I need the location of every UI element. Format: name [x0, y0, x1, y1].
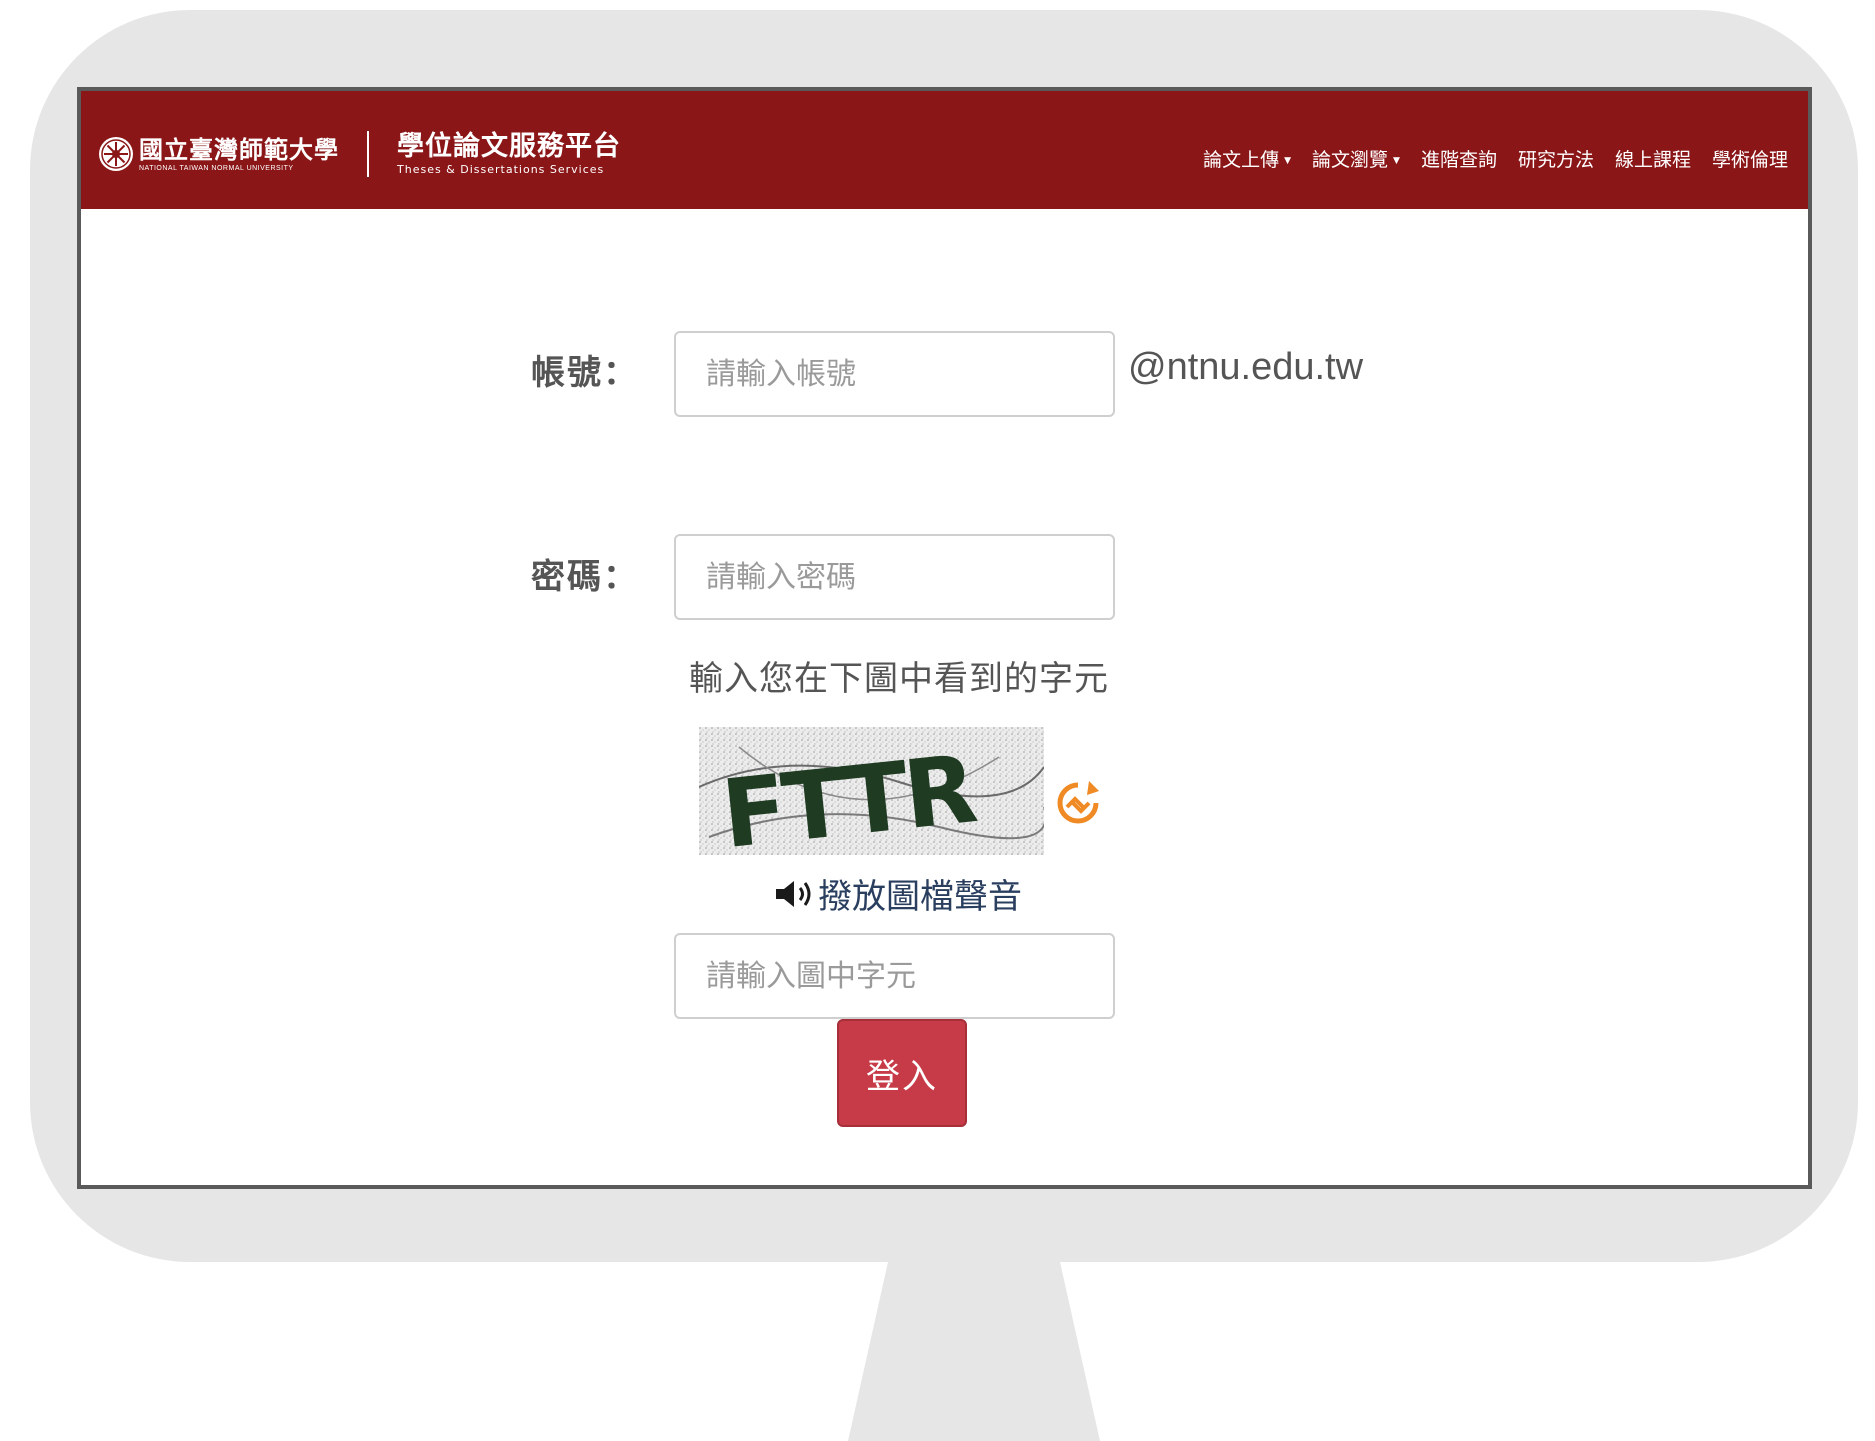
- nav-academic-ethics[interactable]: 學術倫理: [1712, 145, 1788, 172]
- nav-item-label: 學術倫理: [1711, 149, 1788, 171]
- login-button[interactable]: 登入: [837, 1019, 967, 1127]
- nav-thesis-browse[interactable]: 論文瀏覽 ▼: [1312, 145, 1400, 172]
- email-domain-suffix: @ntnu.edu.tw: [1128, 346, 1364, 388]
- university-name-en: NATIONAL TAIWAN NORMAL UNIVERSITY: [139, 164, 294, 172]
- site-logo[interactable]: 國立臺灣師範大學 NATIONAL TAIWAN NORMAL UNIVERSI…: [99, 129, 621, 179]
- platform-subtitle: Theses & Dissertations Services: [397, 163, 605, 176]
- captcha-image: FTTR: [699, 727, 1044, 855]
- refresh-icon[interactable]: [1053, 777, 1103, 831]
- nav-item-label: 論文上傳: [1203, 149, 1280, 171]
- nav-item-label: 進階查詢: [1420, 149, 1497, 171]
- password-label: 密碼：: [531, 557, 639, 597]
- nav-item-label: 論文瀏覽: [1312, 149, 1389, 171]
- play-captcha-audio-link[interactable]: 撥放圖檔聲音: [774, 869, 1022, 918]
- caret-down-icon: ▼: [1284, 155, 1291, 166]
- account-label: 帳號：: [531, 353, 639, 393]
- caret-down-icon: ▼: [1393, 155, 1400, 166]
- nav-research-methods[interactable]: 研究方法: [1518, 145, 1594, 172]
- nav-advanced-search[interactable]: 進階查詢: [1421, 145, 1497, 172]
- nav-thesis-upload[interactable]: 論文上傳 ▼: [1203, 145, 1291, 172]
- platform-title: 學位論文服務平台: [397, 131, 621, 162]
- university-name: 國立臺灣師範大學: [139, 134, 339, 164]
- password-input[interactable]: [674, 534, 1115, 620]
- nav-item-label: 研究方法: [1517, 149, 1594, 171]
- speaker-icon: [776, 880, 811, 907]
- browser-screen: 國立臺灣師範大學 NATIONAL TAIWAN NORMAL UNIVERSI…: [77, 87, 1812, 1189]
- monitor-stand: [848, 1262, 1100, 1441]
- account-input[interactable]: [674, 331, 1115, 417]
- nav-item-label: 線上課程: [1614, 149, 1691, 171]
- logo-divider: [367, 131, 369, 177]
- university-seal-icon: [99, 137, 133, 171]
- nav-online-courses[interactable]: 線上課程: [1615, 145, 1691, 172]
- captcha-prompt: 輸入您在下圖中看到的字元: [689, 659, 1109, 699]
- top-navbar: 國立臺灣師範大學 NATIONAL TAIWAN NORMAL UNIVERSI…: [81, 91, 1808, 209]
- captcha-input[interactable]: [674, 933, 1115, 1019]
- main-nav: 論文上傳 ▼ 論文瀏覽 ▼ 進階查詢 研究方法 線上課程 學術倫理: [1182, 145, 1788, 172]
- play-audio-label: 撥放圖檔聲音: [818, 877, 1022, 917]
